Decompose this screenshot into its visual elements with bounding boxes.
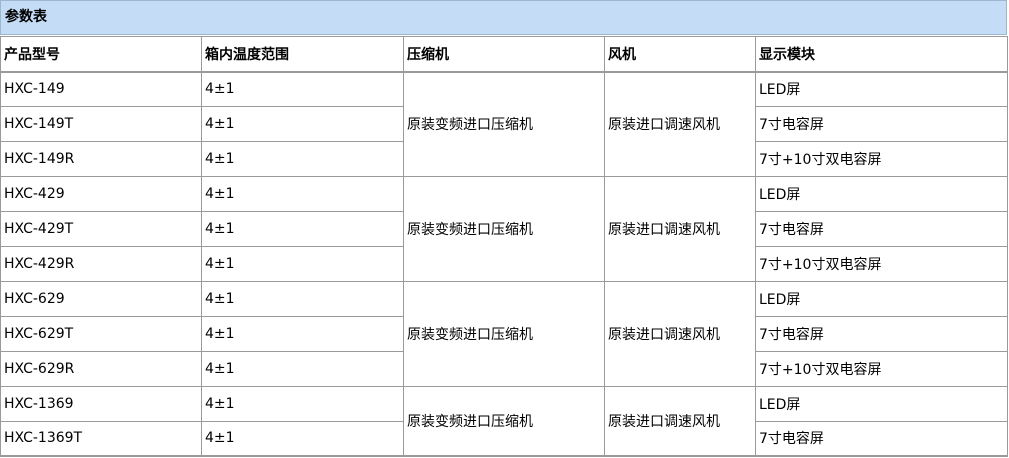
table-row: HXC-629 4±1 原装变频进口压缩机 原装进口调速风机 LED屏 — [0, 281, 1008, 387]
cell-model: HXC-1369 — [0, 386, 202, 422]
table-caption: 参数表 — [0, 0, 1007, 35]
cell-temperature: 4±1 — [201, 316, 404, 352]
header-model: 产品型号 — [0, 36, 202, 73]
table-row: HXC-1369 4±1 原装变频进口压缩机 原装进口调速风机 LED屏 — [0, 386, 1008, 456]
header-temperature-range: 箱内温度范围 — [201, 36, 404, 73]
cell-fan: 原装进口调速风机 — [604, 71, 756, 177]
cell-display: LED屏 — [755, 386, 1008, 422]
cell-compressor: 原装变频进口压缩机 — [403, 71, 605, 177]
cell-display: 7寸+10寸双电容屏 — [755, 141, 1008, 177]
cell-model: HXC-429R — [0, 246, 202, 282]
cell-model: HXC-629T — [0, 316, 202, 352]
cell-model: HXC-629 — [0, 281, 202, 317]
cell-compressor: 原装变频进口压缩机 — [403, 386, 605, 456]
cell-model: HXC-429T — [0, 211, 202, 247]
cell-temperature: 4±1 — [201, 421, 404, 456]
cell-display: 7寸电容屏 — [755, 421, 1008, 456]
cell-display: 7寸电容屏 — [755, 211, 1008, 247]
table-row: HXC-149 4±1 原装变频进口压缩机 原装进口调速风机 LED屏 — [0, 71, 1008, 177]
cell-display: 7寸电容屏 — [755, 106, 1008, 142]
cell-display: 7寸+10寸双电容屏 — [755, 246, 1008, 282]
cell-display: 7寸电容屏 — [755, 316, 1008, 352]
table-row: HXC-429 4±1 原装变频进口压缩机 原装进口调速风机 LED屏 — [0, 176, 1008, 282]
cell-temperature: 4±1 — [201, 386, 404, 422]
parameter-table-panel: 参数表 产品型号 箱内温度范围 压缩机 风机 显示模块 HXC-149 4±1 … — [0, 0, 1009, 458]
cell-temperature: 4±1 — [201, 246, 404, 282]
cell-compressor: 原装变频进口压缩机 — [403, 176, 605, 282]
cell-temperature: 4±1 — [201, 141, 404, 177]
cell-temperature: 4±1 — [201, 351, 404, 387]
cell-model: HXC-429 — [0, 176, 202, 212]
cell-display: 7寸+10寸双电容屏 — [755, 351, 1008, 387]
cell-display: LED屏 — [755, 176, 1008, 212]
parameter-table: 产品型号 箱内温度范围 压缩机 风机 显示模块 HXC-149 4±1 原装变频… — [0, 36, 1008, 457]
cell-temperature: 4±1 — [201, 106, 404, 142]
cell-fan: 原装进口调速风机 — [604, 386, 756, 456]
header-row: 产品型号 箱内温度范围 压缩机 风机 显示模块 — [0, 36, 1008, 73]
header-display-module: 显示模块 — [755, 36, 1008, 73]
cell-temperature: 4±1 — [201, 71, 404, 107]
cell-model: HXC-1369T — [0, 421, 202, 456]
cell-model: HXC-149R — [0, 141, 202, 177]
cell-model: HXC-629R — [0, 351, 202, 387]
cell-temperature: 4±1 — [201, 176, 404, 212]
cell-fan: 原装进口调速风机 — [604, 281, 756, 387]
header-compressor: 压缩机 — [403, 36, 605, 73]
cell-temperature: 4±1 — [201, 211, 404, 247]
cell-model: HXC-149T — [0, 106, 202, 142]
cell-temperature: 4±1 — [201, 281, 404, 317]
cell-compressor: 原装变频进口压缩机 — [403, 281, 605, 387]
cell-display: LED屏 — [755, 281, 1008, 317]
cell-model: HXC-149 — [0, 71, 202, 107]
cell-display: LED屏 — [755, 71, 1008, 107]
cell-fan: 原装进口调速风机 — [604, 176, 756, 282]
header-fan: 风机 — [604, 36, 756, 73]
